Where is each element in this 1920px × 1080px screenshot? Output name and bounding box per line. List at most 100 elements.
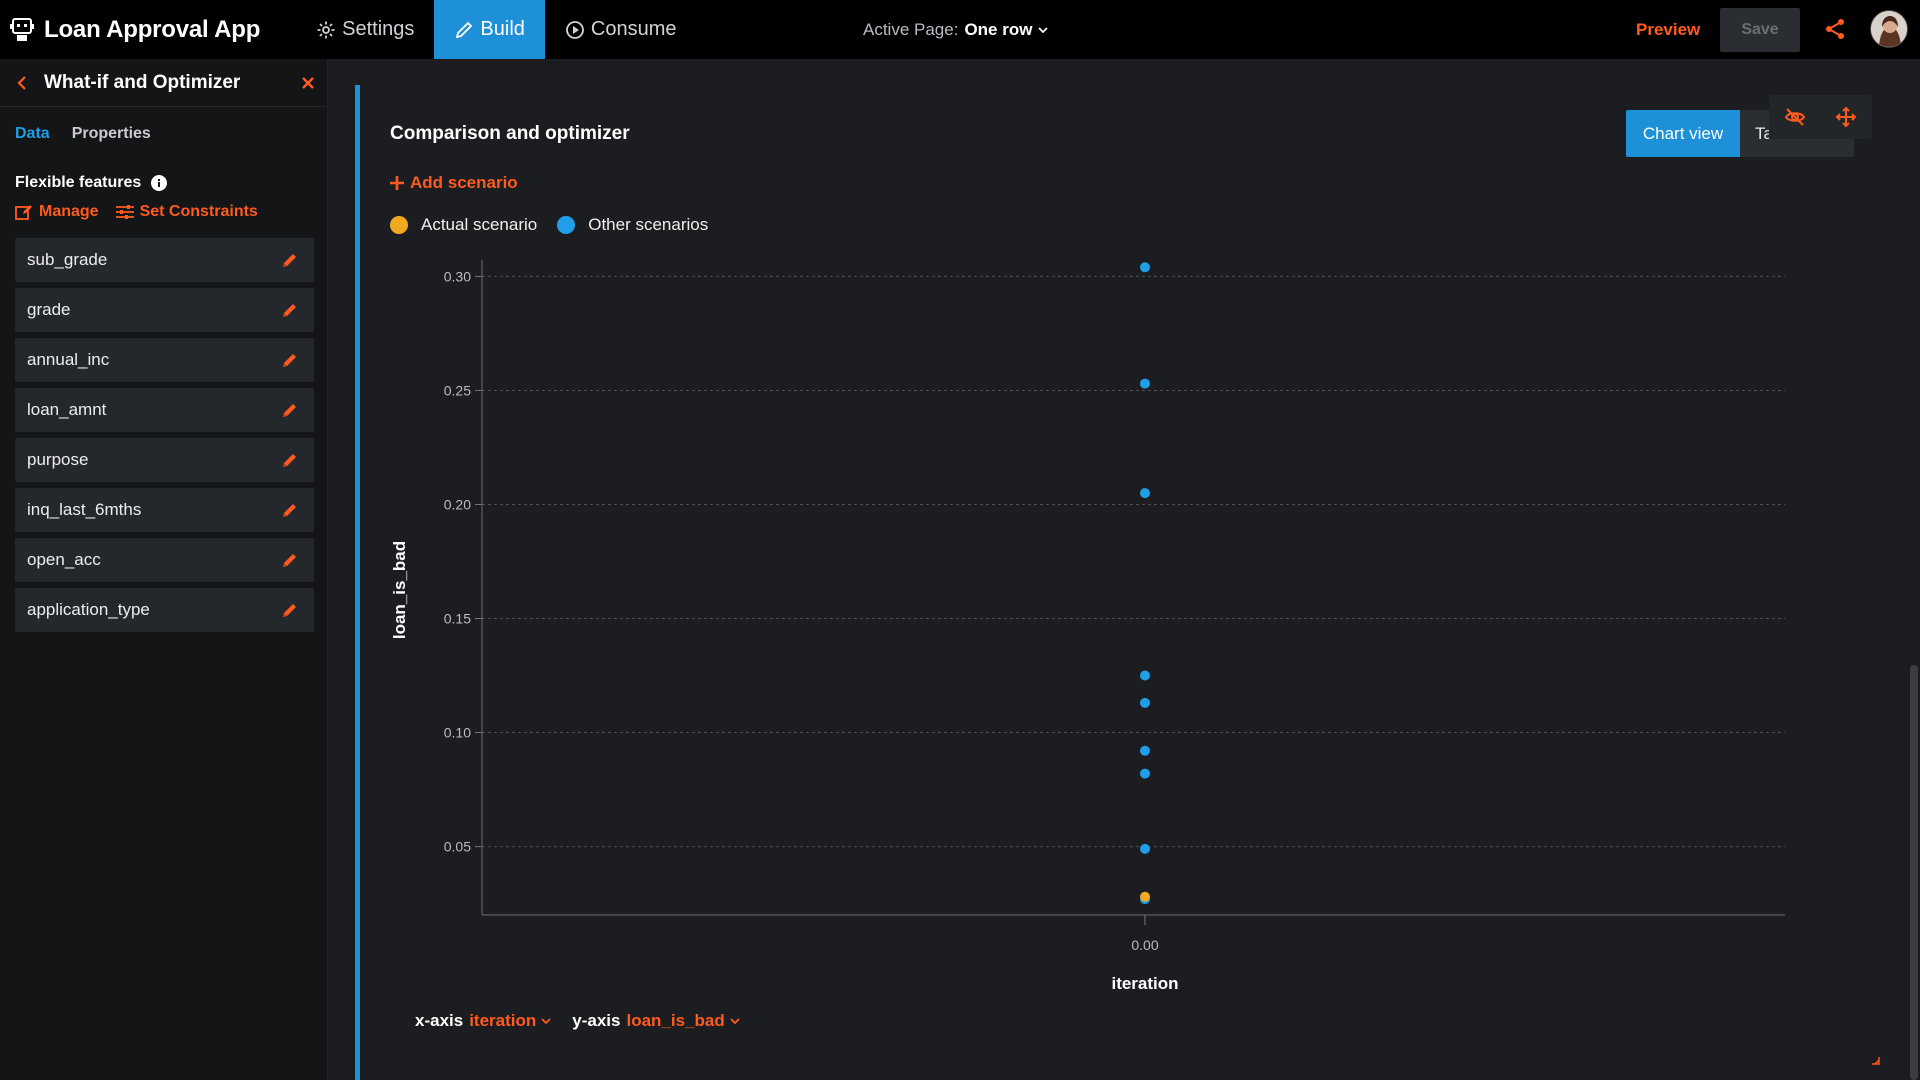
chevron-down-icon (1038, 26, 1049, 33)
feature-name: inq_last_6mths (27, 500, 142, 519)
axis-selectors: x-axis iteration y-axis loan_is_bad (415, 1011, 761, 1031)
chart-legend: Actual scenario Other scenarios (390, 215, 728, 235)
legend-actual-scenario[interactable]: Actual scenario (390, 215, 537, 235)
feature-name: application_type (27, 600, 150, 619)
data-point (1140, 697, 1150, 708)
feature-item[interactable]: annual_inc (15, 338, 314, 382)
pencil-icon[interactable] (281, 451, 299, 469)
main-nav: Settings Build Consume (296, 0, 696, 59)
sidebar-tabs: Data Properties (0, 125, 327, 143)
eye-slash-icon[interactable] (1784, 106, 1806, 128)
y-axis-title: loan_is_bad (390, 541, 409, 639)
set-constraints-label: Set Constraints (139, 203, 258, 220)
pencil-icon[interactable] (281, 351, 299, 369)
info-icon[interactable] (151, 175, 168, 191)
data-point (1140, 670, 1150, 681)
pencil-icon[interactable] (281, 401, 299, 419)
preview-button[interactable]: Preview (1636, 0, 1700, 59)
y-tick-label: 0.30 (444, 268, 471, 284)
save-button[interactable]: Save (1720, 8, 1800, 52)
move-icon[interactable] (1835, 106, 1857, 128)
chevron-left-icon[interactable] (14, 75, 30, 91)
chart-view-button[interactable]: Chart view (1626, 110, 1740, 157)
page-scrollbar[interactable] (1910, 665, 1918, 1080)
data-point (1140, 891, 1150, 902)
pencil-icon[interactable] (281, 251, 299, 269)
plus-icon (390, 176, 404, 190)
panel-tools (1769, 95, 1872, 139)
pencil-icon[interactable] (281, 301, 299, 319)
add-scenario-button[interactable]: Add scenario (390, 173, 518, 193)
feature-actions: Manage Set Constraints (15, 203, 327, 221)
y-tick-label: 0.10 (444, 725, 471, 741)
active-page-value: One row (964, 19, 1033, 39)
play-circle-icon (566, 20, 584, 39)
data-point (1140, 378, 1150, 389)
add-scenario-label: Add scenario (410, 173, 518, 192)
x-axis-value: iteration (469, 1011, 537, 1030)
feature-name: annual_inc (27, 350, 110, 369)
pencil-icon[interactable] (281, 601, 299, 619)
feature-list: sub_gradegrade annual_inc loan_amntpurpose… (15, 238, 327, 632)
resize-handle-icon[interactable] (1870, 1055, 1880, 1065)
legend-other-scenarios[interactable]: Other scenarios (557, 215, 708, 235)
y-axis-label: y-axis (572, 1011, 621, 1030)
comparison-panel: Comparison and optimizer Chart view Ta A… (355, 85, 1905, 1080)
feature-item[interactable]: sub_grade (15, 238, 314, 282)
manage-label: Manage (39, 203, 99, 220)
feature-name: open_acc (27, 550, 101, 569)
feature-item[interactable]: grade (15, 288, 314, 332)
legend-dot-actual (390, 216, 408, 234)
feature-name: loan_amnt (27, 400, 107, 419)
nav-build-label: Build (480, 18, 525, 40)
sidebar-header: What-if and Optimizer (0, 59, 327, 107)
app-title: Loan Approval App (44, 15, 261, 43)
nav-build[interactable]: Build (434, 0, 545, 59)
active-page-label: Active Page: (863, 19, 959, 39)
panel-title: Comparison and optimizer (390, 123, 630, 144)
brand[interactable]: Loan Approval App (0, 0, 260, 59)
robot-logo-icon (10, 17, 34, 41)
set-constraints-button[interactable]: Set Constraints (115, 203, 258, 221)
user-avatar[interactable] (1870, 10, 1908, 48)
feature-item[interactable]: application_type (15, 588, 314, 632)
y-axis-value: loan_is_bad (626, 1011, 725, 1030)
sidebar: What-if and Optimizer Data Properties Fl… (0, 59, 328, 1080)
avatar-icon (1871, 11, 1907, 47)
close-icon[interactable] (300, 75, 316, 91)
feature-item[interactable]: loan_amnt (15, 388, 314, 432)
manage-button[interactable]: Manage (15, 203, 99, 221)
feature-item[interactable]: purpose (15, 438, 314, 482)
active-page-selector[interactable]: Active Page: One row (863, 0, 1049, 59)
chevron-down-icon (730, 1018, 740, 1025)
data-point (1140, 488, 1150, 499)
x-axis-selector[interactable]: x-axis iteration (415, 1011, 552, 1031)
x-tick-label: 0.00 (1131, 937, 1158, 953)
legend-other-label: Other scenarios (588, 215, 709, 234)
scatter-chart: 0.05 0.10 0.15 0.20 0.25 0.30 0.00 iteration loa… (390, 260, 1785, 993)
pencil-icon[interactable] (281, 551, 299, 569)
y-tick-label: 0.25 (444, 382, 471, 398)
pencil-icon[interactable] (281, 501, 299, 519)
data-point (1140, 768, 1150, 779)
nav-consume[interactable]: Consume (545, 0, 697, 59)
gear-icon (317, 21, 335, 38)
nav-settings[interactable]: Settings (296, 0, 434, 59)
tab-properties[interactable]: Properties (72, 125, 151, 143)
y-tick-label: 0.20 (444, 496, 471, 512)
x-axis-title: iteration (1111, 974, 1178, 993)
legend-actual-label: Actual scenario (421, 215, 538, 234)
feature-item[interactable]: inq_last_6mths (15, 488, 314, 532)
tab-data[interactable]: Data (15, 125, 50, 143)
share-icon[interactable] (1824, 18, 1846, 40)
flexible-features-heading: Flexible features (15, 174, 327, 192)
data-point (1140, 262, 1150, 273)
x-axis-label: x-axis (415, 1011, 464, 1030)
feature-item[interactable]: open_acc (15, 538, 314, 582)
data-point (1140, 843, 1150, 854)
top-bar: Loan Approval App Settings Build Consume… (0, 0, 1920, 59)
feature-name: sub_grade (27, 250, 108, 269)
feature-name: grade (27, 300, 71, 319)
y-tick-label: 0.05 (444, 839, 471, 855)
y-axis-selector[interactable]: y-axis loan_is_bad (572, 1011, 740, 1031)
